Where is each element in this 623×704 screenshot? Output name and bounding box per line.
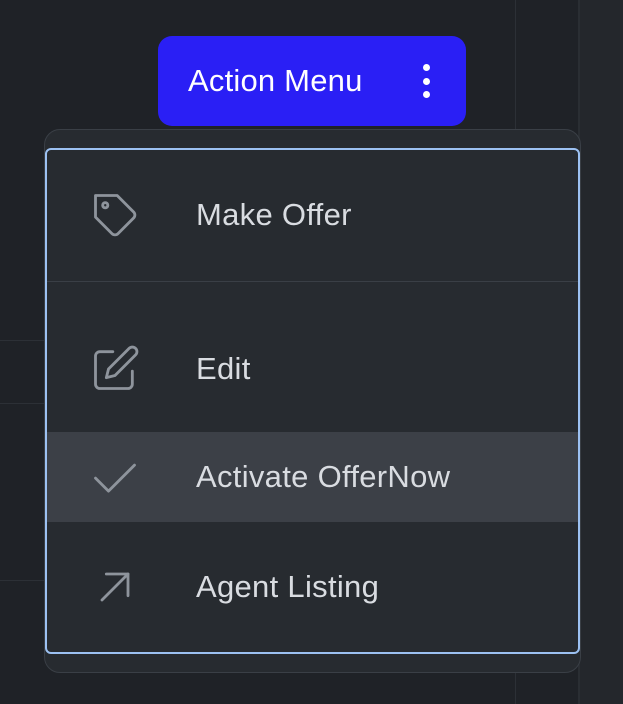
menu-divider bbox=[47, 281, 578, 282]
tag-icon bbox=[89, 189, 141, 241]
menu-item-label: Make Offer bbox=[196, 197, 352, 232]
menu-item-edit[interactable]: Edit bbox=[47, 314, 578, 424]
check-icon bbox=[89, 451, 141, 503]
edit-icon bbox=[89, 343, 141, 395]
menu-item-agent-listing[interactable]: Agent Listing bbox=[47, 542, 578, 632]
menu-item-label: Edit bbox=[196, 351, 251, 386]
background-divider bbox=[0, 580, 44, 581]
dropdown-menu: Make Offer Edit Activate OfferNow Agent … bbox=[45, 148, 580, 654]
action-menu-label: Action Menu bbox=[188, 63, 363, 98]
background-divider bbox=[0, 340, 44, 341]
action-menu-button[interactable]: Action Menu bbox=[158, 36, 466, 126]
menu-item-make-offer[interactable]: Make Offer bbox=[47, 160, 578, 270]
background-divider bbox=[0, 403, 44, 404]
menu-item-label: Agent Listing bbox=[196, 569, 380, 604]
menu-item-activate-offernow[interactable]: Activate OfferNow bbox=[47, 432, 578, 522]
kebab-icon bbox=[422, 64, 430, 98]
menu-item-label: Activate OfferNow bbox=[196, 459, 451, 494]
arrow-up-right-icon bbox=[89, 561, 141, 613]
background-panel bbox=[580, 0, 623, 704]
